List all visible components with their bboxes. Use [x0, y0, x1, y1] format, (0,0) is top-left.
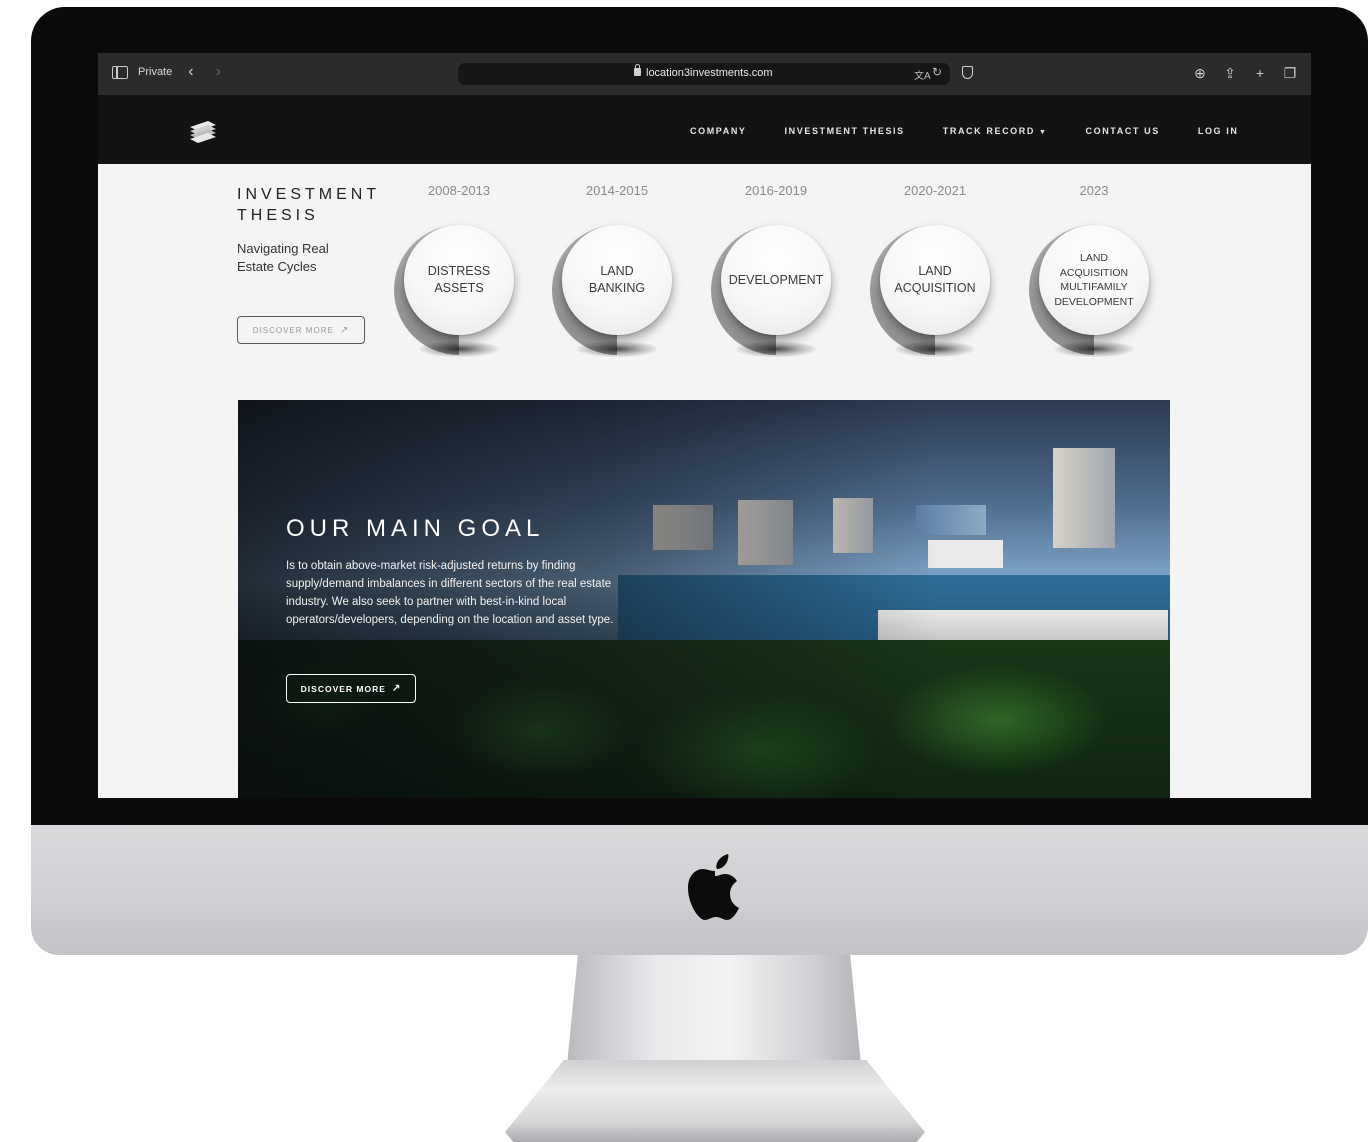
nav-log-in[interactable]: LOG IN [1198, 126, 1239, 136]
cycle-shadow [419, 341, 499, 357]
cycle-shadow [736, 341, 816, 357]
cycle-years: 2014-2015 [585, 183, 649, 198]
translate-icon[interactable]: 文A [914, 67, 931, 82]
imac-stand-foot [505, 1060, 925, 1142]
cycle-shadow [577, 341, 657, 357]
cycle-label: LAND ACQUISITION [894, 264, 976, 295]
share-icon[interactable]: ⇪ [1223, 65, 1237, 81]
cycle-shadow [895, 341, 975, 357]
cycle-circle: LAND ACQUISITION [880, 225, 990, 335]
cycle-circle: LAND BANKING [562, 225, 672, 335]
cycle-years: 2016-2019 [744, 183, 808, 198]
caret-down-icon: ▼ [1038, 129, 1048, 136]
hero-discover-label: DISCOVER MORE [300, 683, 386, 694]
browser-left-controls: Private ‹ › [112, 64, 221, 80]
reload-icon[interactable]: ↻ [932, 65, 942, 79]
cycle-label: DISTRESS ASSETS [427, 264, 491, 295]
nav-investment-thesis[interactable]: INVESTMENT THESIS [785, 126, 905, 136]
thesis-title-line1: INVESTMENT [237, 186, 381, 203]
arrow-up-right-icon: ↗ [391, 683, 402, 694]
site-header: COMPANY INVESTMENT THESIS TRACK RECORD ▼ … [98, 95, 1311, 164]
hero-banner: OUR MAIN GOAL Is to obtain above-market … [238, 400, 1170, 798]
forward-arrow-icon[interactable]: › [216, 64, 221, 80]
imac-stand-neck [566, 955, 862, 1075]
nav-track-record[interactable]: TRACK RECORD ▼ [943, 126, 1048, 136]
cycle-label: DEVELOPMENT [728, 272, 824, 287]
arrow-up-right-icon: ↗ [339, 324, 350, 336]
hero-body-text: Is to obtain above-market risk-adjusted … [286, 560, 614, 626]
screen: Private ‹ › location3investments.com 文A … [98, 53, 1311, 798]
cycle-circle: LAND ACQUISITION MULTIFAMILY DEVELOPMENT [1039, 225, 1149, 335]
cycle-years: 2023 [1079, 183, 1109, 198]
cycle-label: LAND BANKING [588, 264, 646, 295]
thesis-subtitle: Navigating Real Estate Cycles [237, 241, 329, 274]
thesis-discover-label: DISCOVER MORE [252, 325, 334, 335]
cycle-shadow [1054, 341, 1134, 357]
main-nav: COMPANY INVESTMENT THESIS TRACK RECORD ▼ … [690, 126, 1276, 136]
url-text: location3investments.com [646, 67, 773, 79]
tab-overview-icon[interactable]: ❐ [1283, 65, 1297, 81]
site-logo-icon[interactable] [188, 117, 218, 143]
nav-contact-us[interactable]: CONTACT US [1086, 126, 1160, 136]
sidebar-toggle-icon[interactable] [112, 65, 128, 79]
cycle-years: 2008-2013 [427, 183, 491, 198]
private-label: Private [138, 66, 173, 78]
browser-right-controls: ⊕ ⇪ + ❐ [1193, 65, 1297, 81]
address-bar[interactable]: location3investments.com 文A ↻ [458, 63, 950, 85]
cycle-item[interactable]: 2014-2015 LAND BANKING [551, 183, 683, 358]
nav-company[interactable]: COMPANY [690, 126, 747, 136]
lock-icon [634, 64, 641, 76]
thesis-title-line2: THESIS [237, 207, 319, 224]
cycle-item[interactable]: 2016-2019 DEVELOPMENT [710, 183, 842, 358]
hero-discover-button[interactable]: DISCOVER MORE ↗ [286, 674, 416, 703]
browser-toolbar: Private ‹ › location3investments.com 文A … [98, 53, 1311, 95]
cycle-item[interactable]: 2023 LAND ACQUISITION MULTIFAMILY DEVELO… [1028, 183, 1160, 358]
download-icon[interactable]: ⊕ [1193, 65, 1207, 81]
cycle-circle: DEVELOPMENT [721, 225, 831, 335]
back-arrow-icon[interactable]: ‹ [188, 64, 193, 80]
cycle-circle: DISTRESS ASSETS [404, 225, 514, 335]
cycle-item[interactable]: 2008-2013 DISTRESS ASSETS [393, 183, 525, 358]
new-tab-icon[interactable]: + [1253, 65, 1267, 81]
hero-title: OUR MAIN GOAL [286, 515, 545, 542]
cycle-years: 2020-2021 [903, 183, 967, 198]
thesis-title: INVESTMENT THESIS [237, 184, 387, 226]
cycle-label: LAND ACQUISITION MULTIFAMILY DEVELOPMENT [1054, 252, 1134, 308]
nav-track-record-label: TRACK RECORD [942, 126, 1035, 136]
thesis-discover-button[interactable]: DISCOVER MORE ↗ [237, 316, 365, 344]
privacy-shield-icon[interactable] [962, 66, 973, 79]
apple-logo-icon [688, 854, 739, 920]
cycle-item[interactable]: 2020-2021 LAND ACQUISITION [869, 183, 1001, 358]
